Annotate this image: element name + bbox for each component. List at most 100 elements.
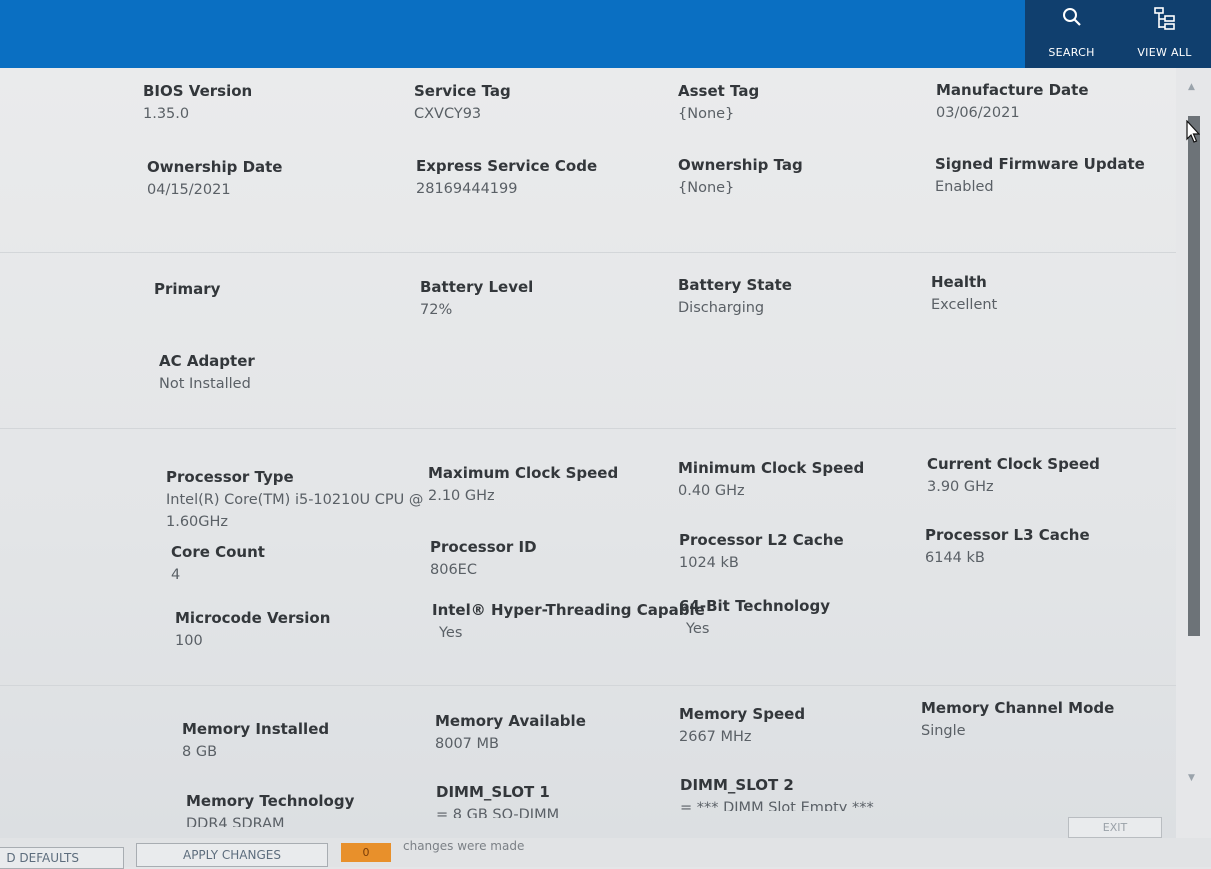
- l2-cache-title: Processor L2 Cache: [679, 531, 844, 549]
- ownership-date-field: Ownership Date 04/15/2021: [147, 158, 282, 201]
- max-clock-speed-value: 2.10 GHz: [428, 488, 495, 504]
- memory-channel-mode-title: Memory Channel Mode: [921, 699, 1115, 717]
- battery-level-title: Battery Level: [420, 278, 534, 296]
- search-button[interactable]: SEARCH: [1025, 0, 1118, 68]
- scroll-up-icon[interactable]: ▲: [1188, 82, 1195, 92]
- min-clock-speed-value: 0.40 GHz: [678, 483, 745, 499]
- min-clock-speed-title: Minimum Clock Speed: [678, 459, 865, 477]
- current-clock-speed-value: 3.90 GHz: [927, 479, 994, 495]
- asset-tag-title: Asset Tag: [678, 82, 760, 100]
- battery-health-value: Excellent: [931, 297, 998, 313]
- manufacture-date-title: Manufacture Date: [936, 81, 1089, 99]
- max-clock-speed-field: Maximum Clock Speed 2.10 GHz: [428, 464, 618, 507]
- memory-installed-field: Memory Installed 8 GB: [182, 720, 329, 763]
- asset-tag-field: Asset Tag {None}: [678, 82, 759, 125]
- l2-cache-field: Processor L2 Cache 1024 kB: [679, 531, 844, 574]
- bios-version-value: 1.35.0: [143, 106, 190, 122]
- vertical-scrollbar[interactable]: ▲ ▼: [1176, 68, 1211, 838]
- express-service-code-value: 28169444199: [416, 181, 518, 197]
- changes-count-badge: 0: [341, 843, 391, 862]
- manufacture-date-value: 03/06/2021: [936, 105, 1020, 121]
- exit-label: EXIT: [1102, 821, 1128, 834]
- manufacture-date-field: Manufacture Date 03/06/2021: [936, 81, 1089, 124]
- processor-id-title: Processor ID: [430, 538, 537, 556]
- service-tag-title: Service Tag: [414, 82, 511, 100]
- dimm-slot-1-title: DIMM_SLOT 1: [436, 783, 550, 801]
- l2-cache-value: 1024 kB: [679, 555, 739, 571]
- processor-type-value: Intel(R) Core(TM) i5-10210U CPU @ 1.60GH…: [166, 492, 424, 530]
- processor-id-field: Processor ID 806EC: [430, 538, 537, 581]
- memory-available-field: Memory Available 8007 MB: [435, 712, 586, 755]
- battery-state-title: Battery State: [678, 276, 792, 294]
- ownership-tag-value: {None}: [678, 180, 735, 196]
- express-service-code-title: Express Service Code: [416, 157, 598, 175]
- scroll-down-icon[interactable]: ▼: [1188, 773, 1195, 783]
- restore-defaults-button[interactable]: D DEFAULTS: [0, 847, 124, 869]
- l3-cache-field: Processor L3 Cache 6144 kB: [925, 526, 1090, 569]
- hyper-threading-title: Intel® Hyper-Threading Capable: [432, 601, 705, 619]
- l3-cache-title: Processor L3 Cache: [925, 526, 1090, 544]
- core-count-value: 4: [171, 567, 181, 583]
- dimm-slot-2-field: DIMM_SLOT 2 = *** DIMM Slot Empty ***: [680, 776, 874, 811]
- apply-changes-label: APPLY CHANGES: [182, 848, 281, 862]
- view-all-icon: [1153, 6, 1177, 30]
- section-divider: [0, 252, 1176, 253]
- restore-defaults-label: D DEFAULTS: [6, 851, 79, 865]
- hyper-threading-field: Intel® Hyper-Threading Capable Yes: [432, 601, 705, 644]
- current-clock-speed-title: Current Clock Speed: [927, 455, 1100, 473]
- battery-health-title: Health: [931, 273, 987, 291]
- section-divider: [0, 685, 1176, 686]
- express-service-code-field: Express Service Code 28169444199: [416, 157, 597, 200]
- view-all-label: VIEW ALL: [1137, 46, 1192, 59]
- dimm-slot-1-value: = 8 GB SO-DIMM: [436, 807, 560, 818]
- memory-installed-value: 8 GB: [182, 744, 218, 760]
- mouse-cursor-icon: [1186, 119, 1201, 148]
- microcode-version-value: 100: [175, 633, 203, 649]
- battery-state-field: Battery State Discharging: [678, 276, 792, 319]
- changes-count: 0: [362, 846, 370, 859]
- signed-firmware-update-field: Signed Firmware Update Enabled: [935, 155, 1145, 198]
- bios-version-field: BIOS Version 1.35.0: [143, 82, 252, 125]
- scrollbar-thumb[interactable]: [1188, 116, 1200, 636]
- ownership-tag-field: Ownership Tag {None}: [678, 156, 803, 199]
- apply-changes-button[interactable]: APPLY CHANGES: [136, 843, 328, 867]
- core-count-title: Core Count: [171, 543, 265, 561]
- current-clock-speed-field: Current Clock Speed 3.90 GHz: [927, 455, 1100, 498]
- view-all-button[interactable]: VIEW ALL: [1118, 0, 1211, 68]
- primary-battery-title: Primary: [154, 280, 221, 298]
- microcode-version-field: Microcode Version 100: [175, 609, 330, 652]
- search-label: SEARCH: [1048, 46, 1095, 59]
- battery-state-value: Discharging: [678, 300, 765, 316]
- memory-technology-title: Memory Technology: [186, 792, 355, 810]
- asset-tag-value: {None}: [678, 106, 735, 122]
- processor-type-title: Processor Type: [166, 468, 294, 486]
- section-divider: [0, 428, 1176, 429]
- processor-id-value: 806EC: [430, 562, 477, 578]
- memory-speed-value: 2667 MHz: [679, 729, 752, 745]
- memory-available-value: 8007 MB: [435, 736, 499, 752]
- bios-version-title: BIOS Version: [143, 82, 253, 100]
- memory-speed-title: Memory Speed: [679, 705, 806, 723]
- memory-installed-title: Memory Installed: [182, 720, 330, 738]
- memory-channel-mode-field: Memory Channel Mode Single: [921, 699, 1114, 742]
- ownership-tag-title: Ownership Tag: [678, 156, 803, 174]
- microcode-version-title: Microcode Version: [175, 609, 331, 627]
- hyper-threading-value: Yes: [439, 625, 463, 641]
- memory-available-title: Memory Available: [435, 712, 586, 730]
- core-count-field: Core Count 4: [171, 543, 265, 586]
- l3-cache-value: 6144 kB: [925, 550, 985, 566]
- 64bit-technology-value: Yes: [686, 621, 710, 637]
- max-clock-speed-title: Maximum Clock Speed: [428, 464, 619, 482]
- dimm-slot-2-value: = *** DIMM Slot Empty ***: [680, 800, 874, 811]
- service-tag-field: Service Tag CXVCY93: [414, 82, 511, 125]
- ownership-date-title: Ownership Date: [147, 158, 283, 176]
- battery-health-field: Health Excellent: [931, 273, 997, 316]
- ac-adapter-value: Not Installed: [159, 376, 251, 392]
- signed-firmware-update-title: Signed Firmware Update: [935, 155, 1145, 173]
- 64bit-technology-title: 64-Bit Technology: [679, 597, 830, 615]
- ac-adapter-field: AC Adapter Not Installed: [159, 352, 255, 395]
- changes-text: changes were made: [403, 839, 525, 853]
- ownership-date-value: 04/15/2021: [147, 182, 231, 198]
- exit-button[interactable]: EXIT: [1068, 817, 1162, 838]
- service-tag-value: CXVCY93: [414, 106, 482, 122]
